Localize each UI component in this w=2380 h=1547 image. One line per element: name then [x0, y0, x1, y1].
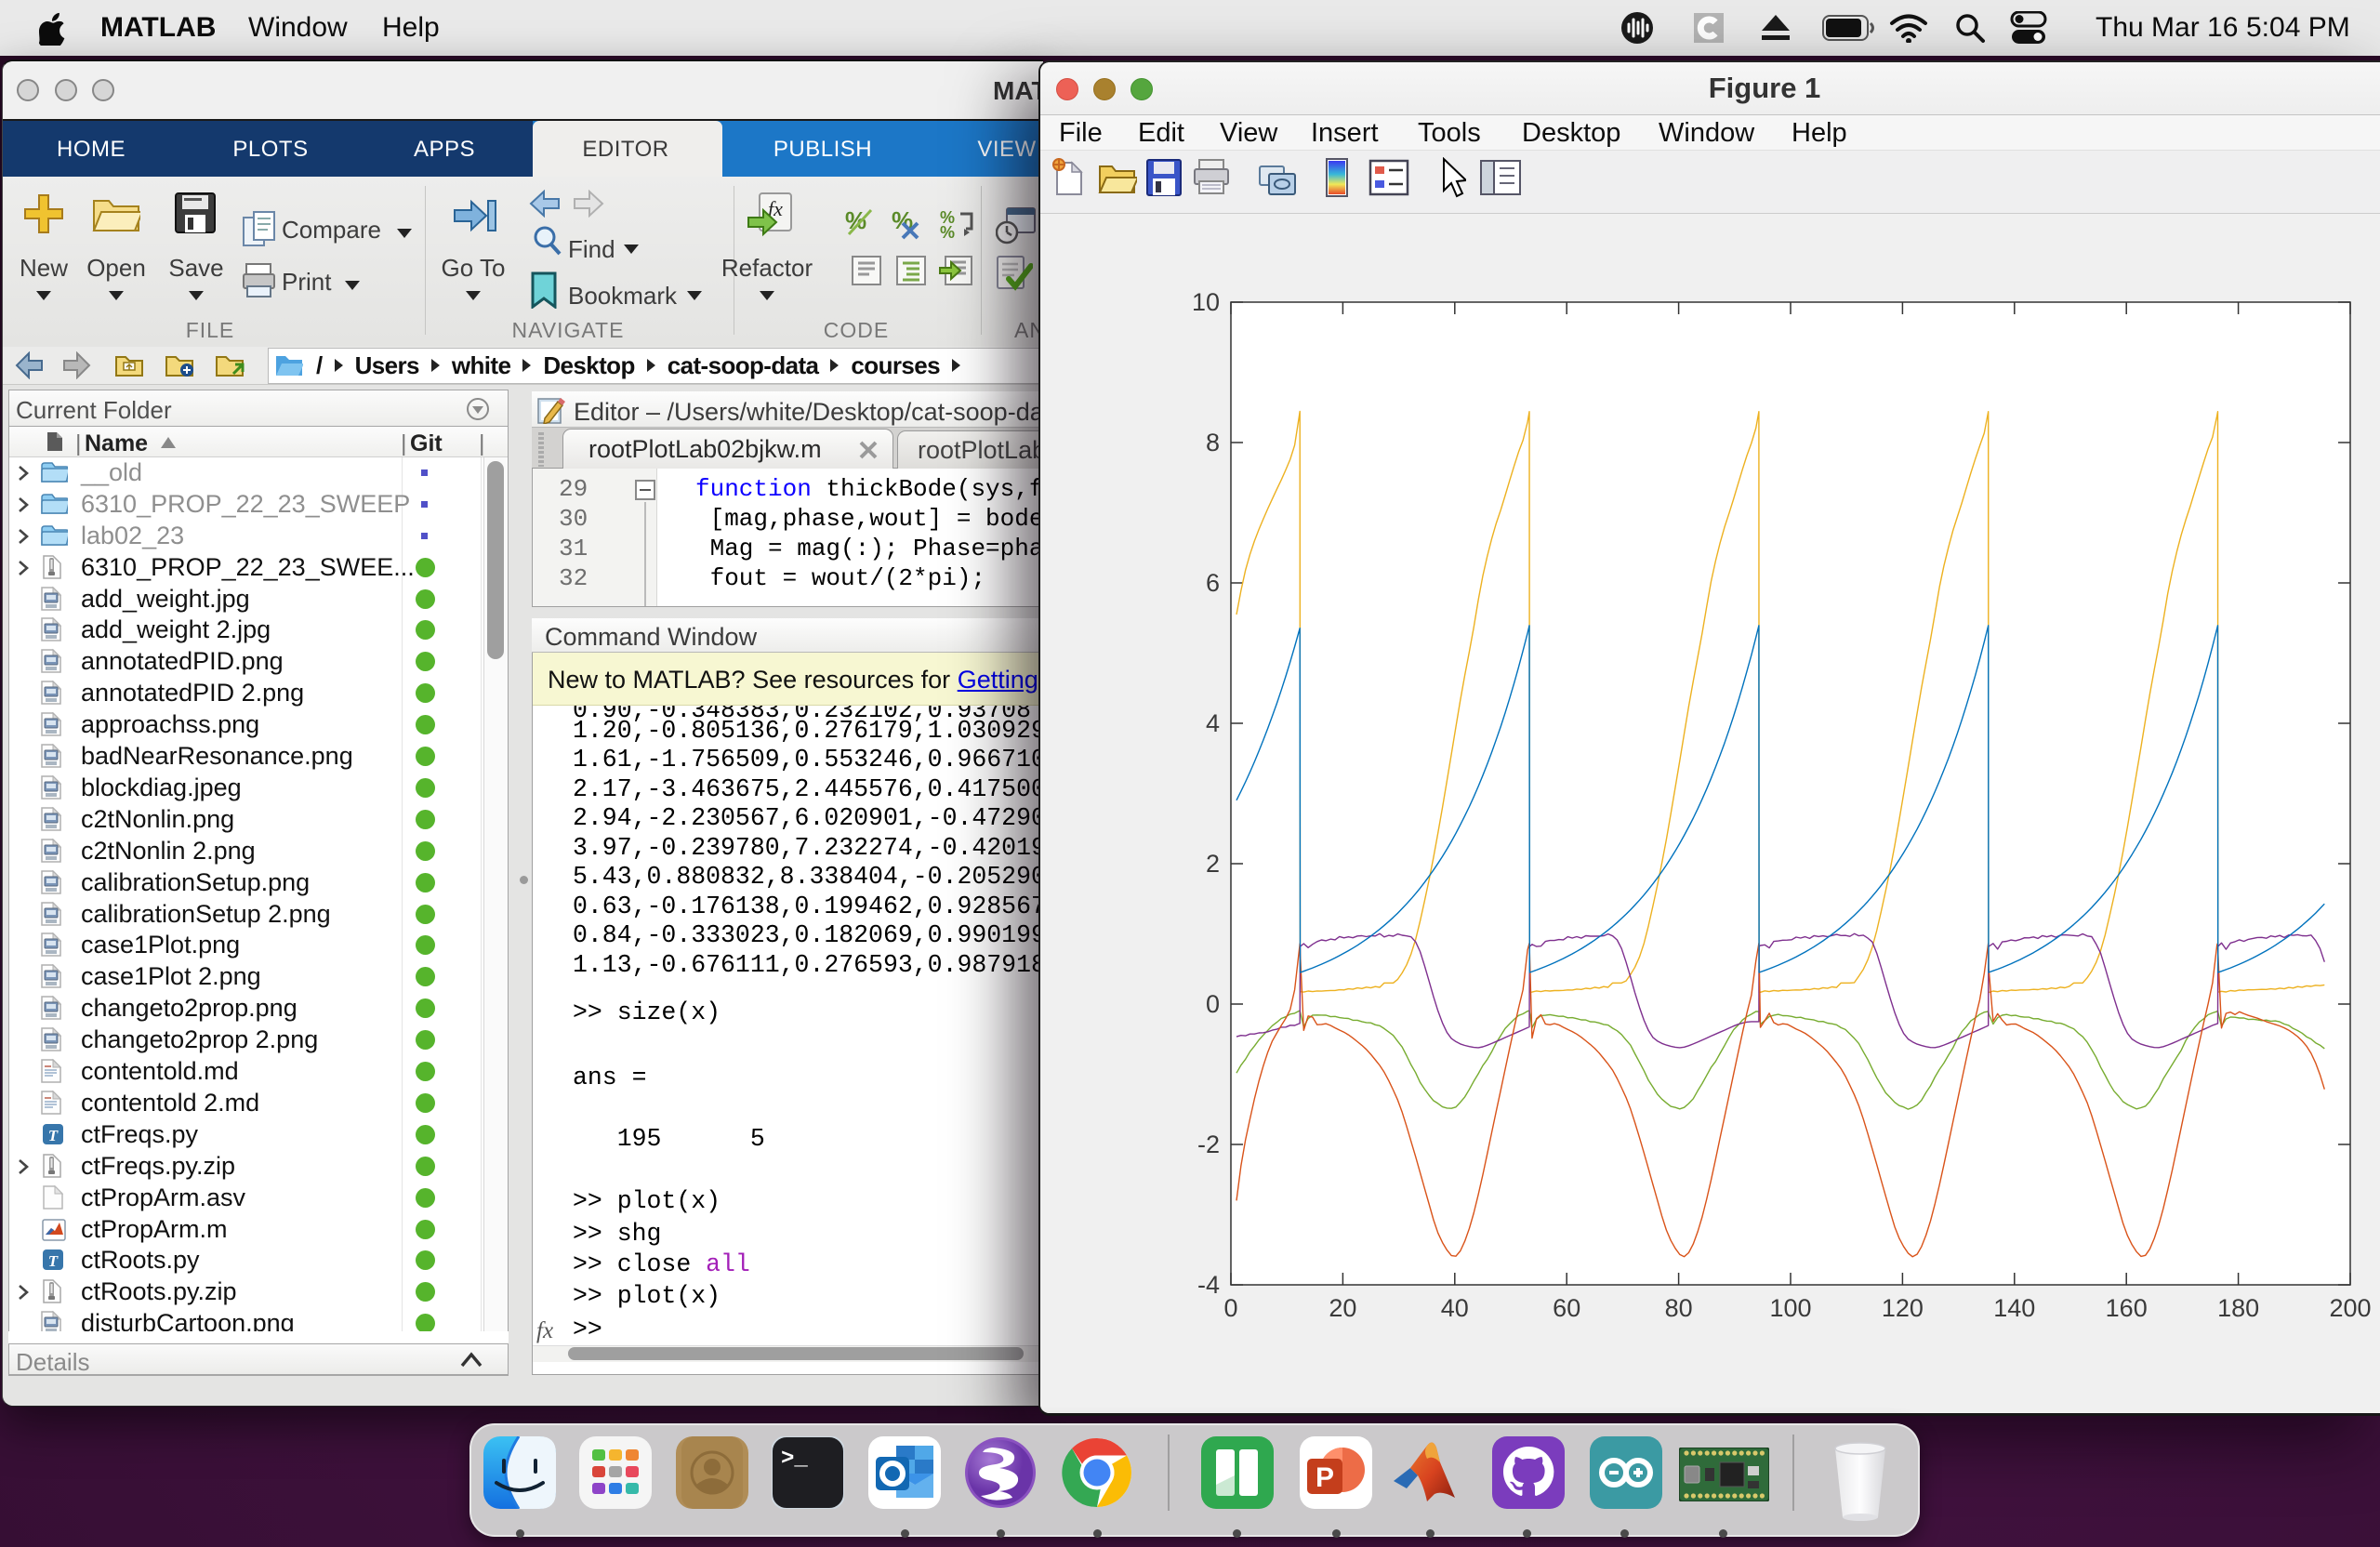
svg-text:100: 100	[1769, 1294, 1811, 1322]
svg-text:180: 180	[2217, 1294, 2259, 1322]
svg-text:0: 0	[1223, 1294, 1237, 1322]
svg-text:T: T	[48, 1127, 59, 1144]
svg-text:6: 6	[1206, 569, 1220, 597]
svg-text:%: %	[940, 223, 955, 240]
svg-text:10: 10	[1192, 288, 1220, 316]
svg-text:4: 4	[1206, 709, 1220, 737]
svg-text:-4: -4	[1197, 1271, 1220, 1299]
svg-text:P: P	[1316, 1462, 1334, 1493]
svg-text:40: 40	[1441, 1294, 1469, 1322]
svg-text:>_: >_	[781, 1447, 808, 1472]
svg-text:160: 160	[2106, 1294, 2148, 1322]
svg-text:20: 20	[1329, 1294, 1356, 1322]
svg-text:-2: -2	[1197, 1130, 1220, 1158]
svg-text:80: 80	[1665, 1294, 1693, 1322]
svg-text:T: T	[48, 1252, 59, 1270]
svg-text:0: 0	[1206, 990, 1220, 1018]
svg-text:2: 2	[1206, 850, 1220, 878]
svg-text:140: 140	[1993, 1294, 2035, 1322]
svg-text:120: 120	[1882, 1294, 1924, 1322]
svg-text:60: 60	[1553, 1294, 1580, 1322]
svg-text:200: 200	[2329, 1294, 2371, 1322]
svg-text:8: 8	[1206, 429, 1220, 456]
